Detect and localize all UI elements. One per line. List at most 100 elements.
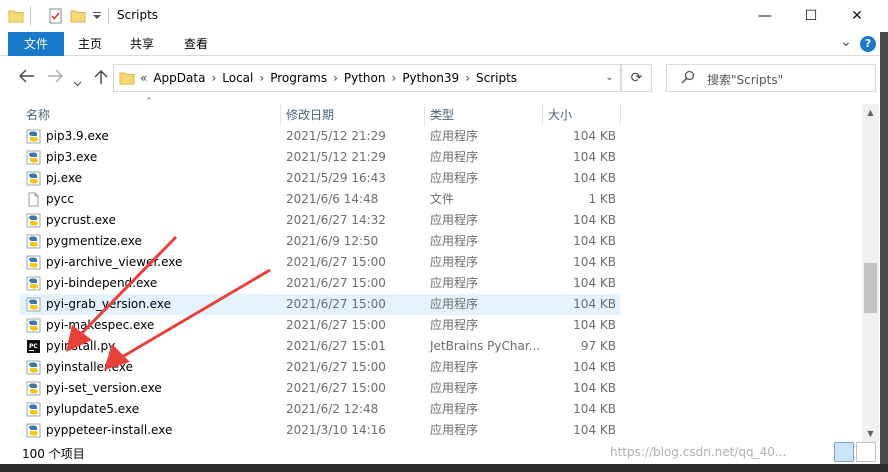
file-row[interactable]: pyinstaller.exe 2021/6/27 15:00 应用程序 104 KB [20,357,620,378]
breadcrumb-python39[interactable]: Python39 [398,71,463,85]
blank-file-icon [26,192,41,207]
scroll-down-arrow-icon[interactable]: ▼ [862,425,879,442]
file-date: 2021/6/6 14:48 [286,192,379,206]
file-row[interactable]: pip3.exe 2021/5/12 21:29 应用程序 104 KB [20,147,620,168]
file-row[interactable]: pyi-archive_viewer.exe 2021/6/27 15:00 应用程… [20,252,620,273]
folder-icon[interactable] [8,8,24,24]
file-row[interactable]: pj.exe 2021/5/29 16:43 应用程序 104 KB [20,168,620,189]
window-border [880,32,888,464]
breadcrumb-python[interactable]: Python [340,71,390,85]
tab-view[interactable]: 查看 [176,32,216,56]
column-header-type[interactable]: 类型 [424,104,542,126]
file-row[interactable]: PC pyinstall.py 2021/6/27 15:01 JetBrains P… [20,336,620,357]
file-row[interactable]: pyi-bindepend.exe 2021/6/27 15:00 应用程序 104 … [20,273,620,294]
breadcrumb-programs[interactable]: Programs [266,71,331,85]
python-exe-icon [26,234,41,249]
maximize-button[interactable]: ☐ [788,0,834,32]
breadcrumb-separator-icon: › [391,71,397,85]
refresh-icon[interactable]: ⟳ [622,64,652,92]
customize-toolbar-icon[interactable] [92,10,102,26]
file-row[interactable]: pycrust.exe 2021/6/27 14:32 应用程序 104 KB [20,210,620,231]
file-row[interactable]: pyi-grab_version.exe 2021/6/27 15:00 应用程序 1… [20,294,620,315]
forward-arrow-icon[interactable] [47,69,63,87]
file-date: 2021/6/27 15:00 [286,276,386,290]
file-row[interactable]: pycc 2021/6/6 14:48 文件 1 KB [20,189,620,210]
back-arrow-icon[interactable] [19,69,35,87]
file-date: 2021/6/27 14:32 [286,213,386,227]
column-header-name[interactable]: 名称 [20,104,280,126]
file-size: 104 KB [573,402,616,416]
file-list: pip3.9.exe 2021/5/12 21:29 应用程序 104 KB pip3.… [20,126,620,441]
search-box[interactable]: 搜索"Scripts" [666,64,876,92]
file-date: 2021/5/12 21:29 [286,129,386,143]
file-name: pycrust.exe [46,213,116,227]
file-name: pyppeteer-install.exe [46,423,173,437]
pycharm-file-icon: PC [26,339,41,354]
breadcrumb-separator-icon: › [259,71,265,85]
details-view-button[interactable] [834,442,854,462]
status-bar: 100 个项目 https://blog.csdn.net/qq_40... [0,442,888,464]
breadcrumb-scripts[interactable]: Scripts [472,71,521,85]
tab-file[interactable]: 文件 [8,32,64,56]
file-date: 2021/5/12 21:29 [286,150,386,164]
file-date: 2021/6/27 15:01 [286,339,386,353]
file-size: 104 KB [573,297,616,311]
properties-icon[interactable] [48,8,64,24]
file-date: 2021/5/29 16:43 [286,171,386,185]
address-bar[interactable]: « AppData › Local › Programs › Python › … [113,64,621,92]
file-size: 104 KB [573,381,616,395]
recent-locations-chevron-icon[interactable] [73,73,82,91]
file-type: 应用程序 [430,234,479,248]
breadcrumb-local[interactable]: Local [218,71,257,85]
address-dropdown-chevron-icon[interactable]: ⌄ [598,64,622,92]
large-icons-view-button[interactable] [856,442,876,462]
file-size: 104 KB [573,150,616,164]
search-input[interactable]: 搜索"Scripts" [707,71,783,88]
scrollbar-thumb[interactable] [864,263,877,313]
separator-icon [30,6,32,26]
file-date: 2021/6/9 12:50 [286,234,379,248]
column-divider[interactable] [620,104,621,126]
file-row[interactable]: pygmentize.exe 2021/6/9 12:50 应用程序 104 KB [20,231,620,252]
watermark-text: https://blog.csdn.net/qq_40... [610,445,787,459]
close-button[interactable]: ✕ [834,0,880,32]
file-row[interactable]: pyppeteer-install.exe 2021/3/10 14:16 应用程序… [20,420,620,441]
file-type: 应用程序 [430,297,479,311]
python-exe-icon [26,129,41,144]
file-type: 应用程序 [430,255,479,269]
help-icon[interactable]: ? [860,36,876,52]
file-type: 应用程序 [430,213,479,227]
item-count: 100 个项目 [22,447,85,461]
breadcrumb-separator-icon: › [465,71,470,85]
file-row[interactable]: pylupdate5.exe 2021/6/2 12:48 应用程序 104 KB [20,399,620,420]
file-size: 104 KB [573,276,616,290]
file-name: pyinstaller.exe [46,360,133,374]
tab-share[interactable]: 共享 [122,32,162,56]
title-bar: Scripts — ☐ ✕ [0,0,888,32]
file-size: 1 KB [588,192,616,206]
file-size: 104 KB [573,129,616,143]
file-row[interactable]: pyi-set_version.exe 2021/6/27 15:00 应用程序 10… [20,378,620,399]
minimize-button[interactable]: — [742,0,788,32]
file-name: pyi-set_version.exe [46,381,162,395]
svg-text:PC: PC [29,343,38,350]
tab-home[interactable]: 主页 [70,32,110,56]
python-exe-icon [26,255,41,270]
column-header-date[interactable]: 修改日期 [280,104,424,126]
file-type: 应用程序 [430,318,479,332]
file-name: pyinstall.py [46,339,116,353]
file-date: 2021/6/27 15:00 [286,297,386,311]
file-row[interactable]: pip3.9.exe 2021/5/12 21:29 应用程序 104 KB [20,126,620,147]
file-type: 应用程序 [430,360,479,374]
address-folder-icon [119,70,135,89]
breadcrumb-overflow[interactable]: « [138,71,149,85]
column-header-size[interactable]: 大小 [542,104,620,126]
new-folder-icon[interactable] [70,8,86,24]
file-row[interactable]: pyi-makespec.exe 2021/6/27 15:00 应用程序 104 K… [20,315,620,336]
ribbon-expand-icon[interactable]: ⌄ [836,30,856,54]
breadcrumb: « AppData › Local › Programs › Python › … [138,71,521,85]
file-name: pyi-grab_version.exe [46,297,171,311]
scroll-up-arrow-icon[interactable]: ▲ [862,104,879,121]
up-arrow-icon[interactable] [94,69,108,89]
breadcrumb-appdata[interactable]: AppData [149,71,209,85]
